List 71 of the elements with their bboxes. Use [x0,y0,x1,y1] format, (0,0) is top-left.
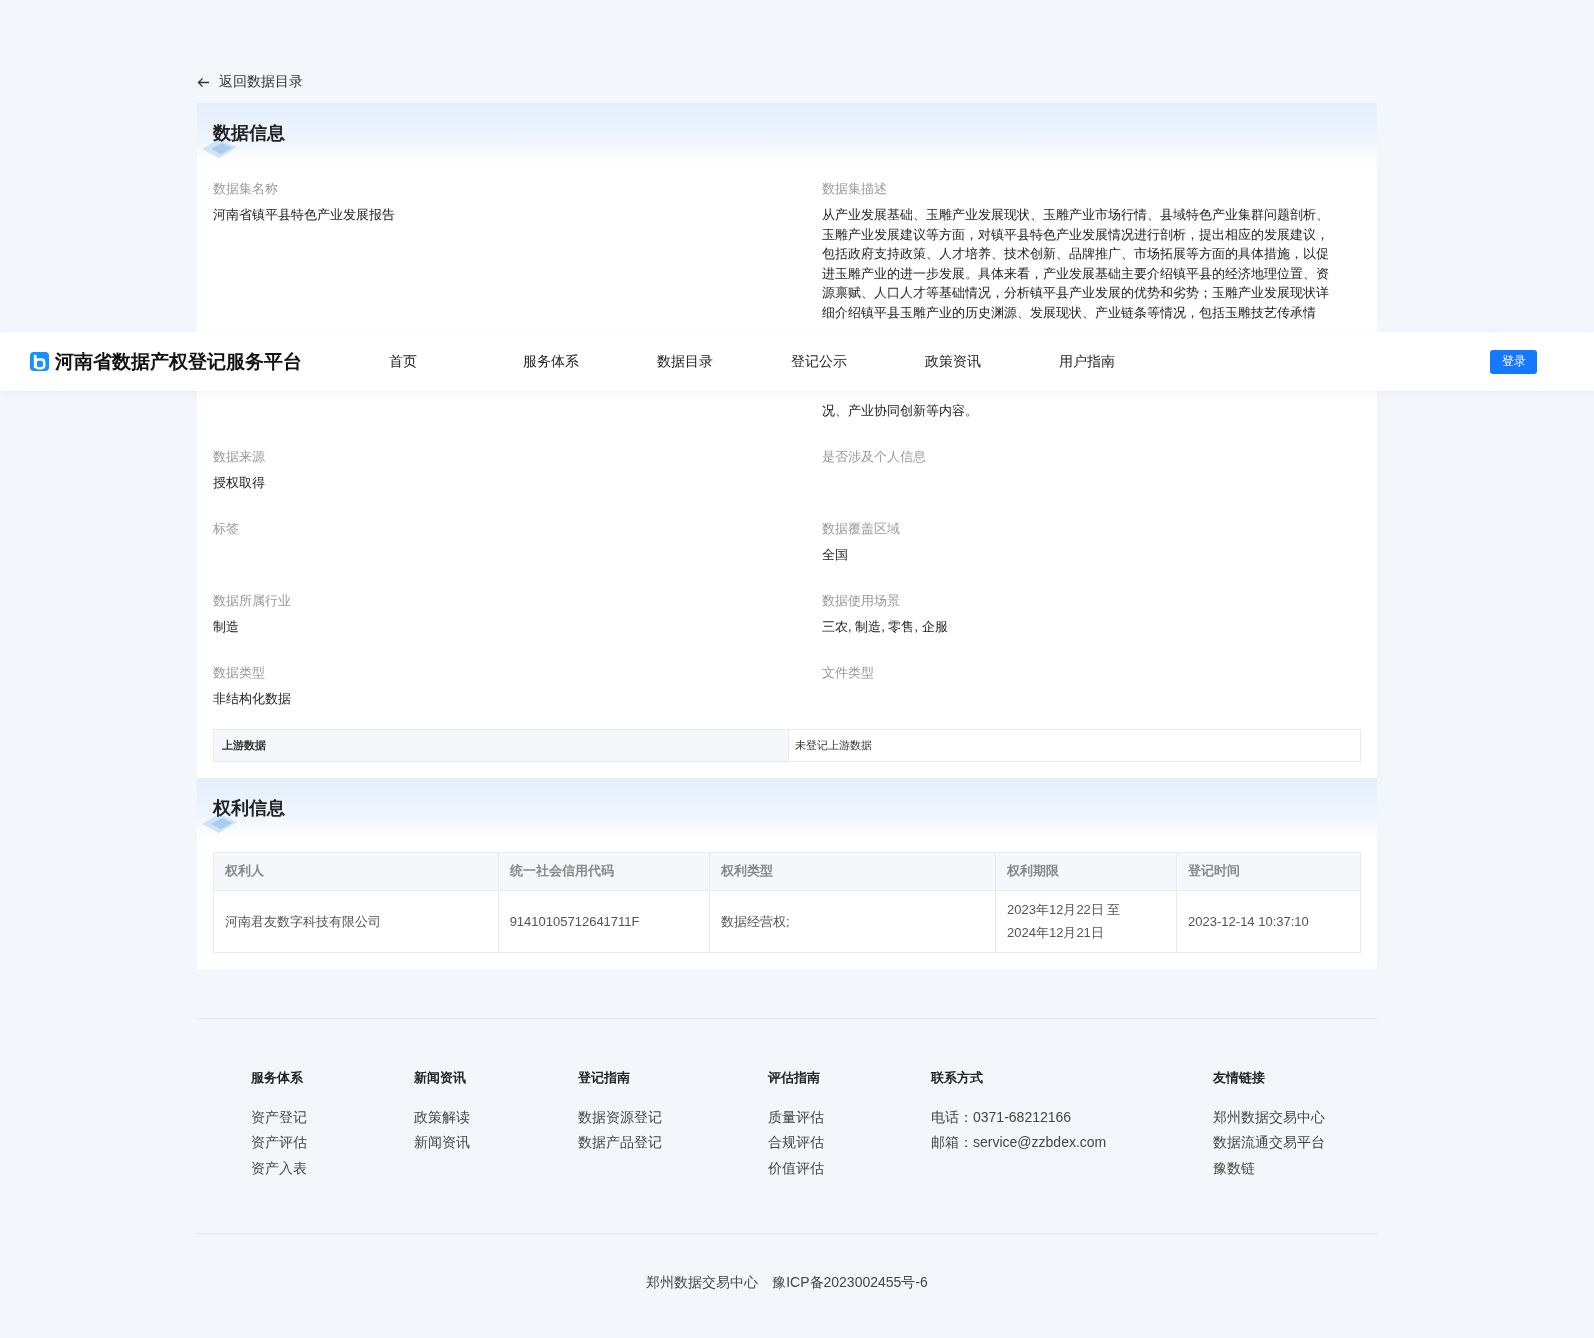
back-link[interactable]: 返回数据目录 [197,72,303,92]
table-header-cell: 上游数据 [214,729,789,761]
footer-link[interactable]: 质量评估 [768,1104,931,1131]
copyright-text: 豫ICP备2023002455号-6 [772,1273,928,1292]
field-label: 数据覆盖区域 [822,519,901,538]
description-line: 源禀赋、人口人才等基础情况，分析镇平县产业发展的优势和劣势；玉雕产业发展现状详 [822,284,1330,303]
description-line: 进玉雕产业的进一步发展。具体来看，产业发展基础主要介绍镇平县的经济地理位置、资 [822,264,1330,283]
field-value: 授权取得 [213,473,266,492]
nav-link[interactable]: 政策资讯 [925,352,1059,371]
footer-link[interactable]: 政策解读 [414,1104,578,1131]
section-title: 权利信息 [213,796,285,820]
footer-link[interactable]: 资产评估 [251,1130,414,1156]
field-label: 文件类型 [822,663,875,682]
field-value: 制造 [213,617,240,636]
nav-link[interactable]: 首页 [389,352,523,371]
table-cell-text: 数据经营权; [721,912,790,931]
nav-link[interactable]: 数据目录 [657,352,791,371]
description-line: 从产业发展基础、玉雕产业发展现状、玉雕产业市场行情、县域特色产业集群问题剖析、 [822,206,1330,224]
column-header: 统一社会信用代码 [498,852,710,891]
column-header: 权利人 [213,852,499,891]
nav-link[interactable]: 服务体系 [523,352,657,371]
footer-heading: 友情链接 [1213,1068,1266,1087]
site-title: 河南省数据产权登记服务平台 [55,349,302,374]
field-label: 数据集描述 [822,180,888,198]
footer-link[interactable]: 邮箱：service@zzbdex.com [931,1130,1213,1156]
field-label: 数据来源 [213,447,266,466]
field-value: 三农, 制造, 零售, 企服 [822,617,949,636]
nav-link[interactable]: 登记公示 [791,352,925,371]
footer-heading: 联系方式 [931,1068,984,1087]
description-line: 细介绍镇平县玉雕产业的历史渊源、发展现状、产业链条等情况，包括玉雕技艺传承情 [822,303,1317,322]
footer-link[interactable]: 数据流通交易平台 [1213,1130,1363,1156]
footer-link[interactable]: 电话：0371-68212166 [931,1104,1213,1131]
footer-link[interactable]: 数据产品登记 [578,1130,768,1156]
footer-link[interactable]: 资产登记 [251,1104,414,1131]
footer-link[interactable]: 价值评估 [768,1155,931,1182]
footer-heading: 登记指南 [578,1068,631,1087]
column-header: 权利类型 [709,852,996,891]
field-label: 是否涉及个人信息 [822,447,927,466]
table-cell-text: 2023-12-14 10:37:10 [1188,912,1309,931]
table-cell-text: 河南君友数字科技有限公司 [225,912,381,931]
field-label: 数据类型 [213,663,266,682]
copyright-text: 郑州数据交易中心 [646,1273,759,1292]
field-label: 数据集名称 [213,180,279,198]
field-value: 全国 [822,545,849,564]
description-line: 玉雕产业发展建议等方面，对镇平县特色产业发展情况进行剖析，提出相应的发展建议， [822,225,1330,244]
table-cell-text: 未登记上游数据 [794,737,873,753]
login-button[interactable]: 登录 [1490,349,1537,374]
description-line: 况、产业协同创新等内容。 [822,401,979,420]
column-header: 权利期限 [995,852,1177,891]
footer-heading: 评估指南 [768,1068,821,1087]
table-cell-text: 91410105712641711F [509,912,640,931]
field-value: 非结构化数据 [213,689,292,708]
footer-link[interactable]: 郑州数据交易中心 [1213,1104,1363,1131]
field-label: 标签 [213,519,240,538]
footer-link[interactable]: 新闻资讯 [414,1130,578,1156]
footer-link[interactable]: 豫数链 [1213,1155,1363,1182]
footer-link[interactable]: 资产入表 [251,1155,414,1182]
field-label: 数据使用场景 [822,591,901,610]
footer-heading: 服务体系 [251,1068,304,1087]
footer-link[interactable]: 合规评估 [768,1130,931,1156]
field-value: 河南省镇平县特色产业发展报告 [213,206,396,224]
table-cell-text: 2023年12月22日 至 2024年12月21日 [1007,901,1122,943]
footer-heading: 新闻资讯 [414,1068,467,1087]
footer-link[interactable]: 数据资源登记 [578,1104,768,1131]
nav-link[interactable]: 用户指南 [1059,352,1193,371]
column-header: 登记时间 [1176,852,1361,891]
field-label: 数据所属行业 [213,591,292,610]
back-arrow-icon [197,76,210,88]
section-title: 数据信息 [213,122,285,145]
description-line: 包括政府支持政策、人才培养、技术创新、品牌推广、市场拓展等方面的具体措施，以促 [822,245,1330,264]
logo-icon [30,352,49,371]
